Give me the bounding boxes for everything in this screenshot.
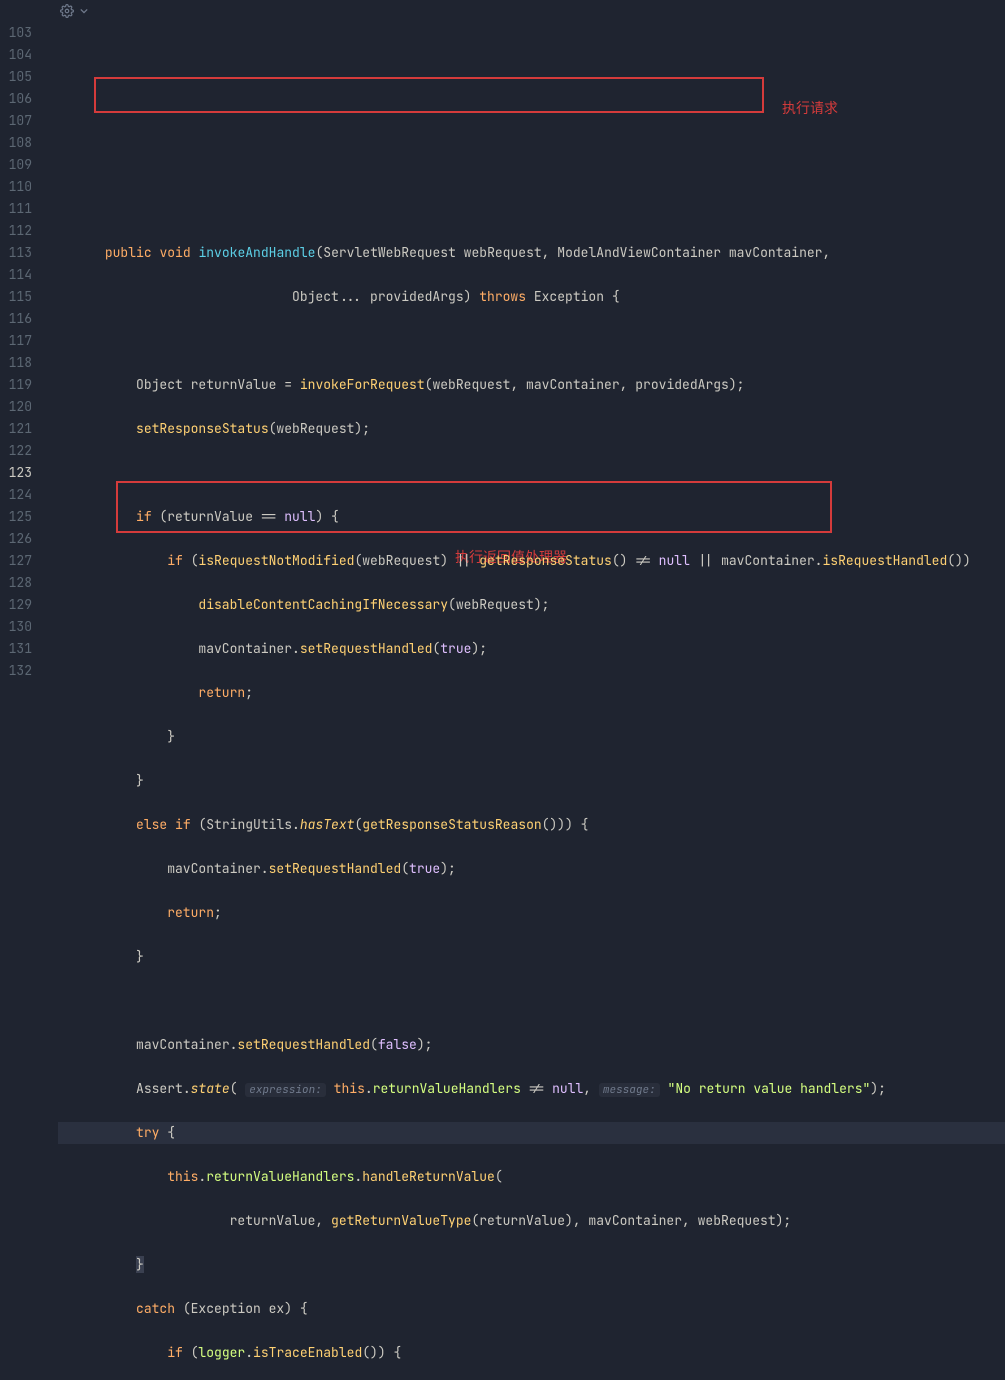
code-line xyxy=(58,462,1005,484)
line-number: 109 xyxy=(0,154,32,176)
line-number: 127 xyxy=(0,550,32,572)
code-line: Object... providedArgs) throws Exception… xyxy=(58,286,1005,308)
line-number: 129 xyxy=(0,594,32,616)
line-number: 122 xyxy=(0,440,32,462)
code-line: public void invokeAndHandle(ServletWebRe… xyxy=(58,242,1005,264)
line-number: 111 xyxy=(0,198,32,220)
settings-icon[interactable] xyxy=(60,2,88,19)
code-line: } xyxy=(58,946,1005,968)
line-number: 131 xyxy=(0,638,32,660)
code-line: } xyxy=(58,1254,1005,1276)
line-number: 124 xyxy=(0,484,32,506)
code-line: mavContainer.setRequestHandled(false); xyxy=(58,1034,1005,1056)
code-line: else if (StringUtils.hasText(getResponse… xyxy=(58,814,1005,836)
code-line xyxy=(58,330,1005,352)
line-number: 119 xyxy=(0,374,32,396)
line-number: 118 xyxy=(0,352,32,374)
line-number: 120 xyxy=(0,396,32,418)
line-number: 105 xyxy=(0,66,32,88)
code-line: catch (Exception ex) { xyxy=(58,1298,1005,1320)
line-number: 104 xyxy=(0,44,32,66)
line-number: 114 xyxy=(0,264,32,286)
line-number: 110 xyxy=(0,176,32,198)
annotation-1: 执行请求 xyxy=(782,97,838,119)
line-number: 125 xyxy=(0,506,32,528)
code-line: Object returnValue = invokeForRequest(we… xyxy=(58,374,1005,396)
code-line: if (logger.isTraceEnabled()) { xyxy=(58,1342,1005,1364)
code-line: disableContentCachingIfNecessary(webRequ… xyxy=(58,594,1005,616)
code-line: if (returnValue == null) { xyxy=(58,506,1005,528)
highlight-box-1 xyxy=(94,77,764,113)
line-gutter: 1031041051061071081091101111121131141151… xyxy=(0,22,40,712)
code-line xyxy=(58,990,1005,1012)
line-number: 108 xyxy=(0,132,32,154)
line-number: 113 xyxy=(0,242,32,264)
line-number: 117 xyxy=(0,330,32,352)
line-number: 121 xyxy=(0,418,32,440)
editor-toolbar xyxy=(0,0,1005,22)
line-number: 130 xyxy=(0,616,32,638)
code-line: mavContainer.setRequestHandled(true); xyxy=(58,858,1005,880)
line-number: 126 xyxy=(0,528,32,550)
code-line: return; xyxy=(58,902,1005,924)
code-line: returnValue, getReturnValueType(returnVa… xyxy=(58,1210,1005,1232)
code-line: } xyxy=(58,770,1005,792)
line-number: 112 xyxy=(0,220,32,242)
code-area[interactable]: 执行请求 执行返回值处理器 public void invokeAndHandl… xyxy=(40,22,1005,712)
line-number: 103 xyxy=(0,22,32,44)
line-number: 115 xyxy=(0,286,32,308)
code-line: setResponseStatus(webRequest); xyxy=(58,418,1005,440)
line-number: 116 xyxy=(0,308,32,330)
code-line: return; xyxy=(58,682,1005,704)
line-number: 123 xyxy=(0,462,32,484)
code-line: this.returnValueHandlers.handleReturnVal… xyxy=(58,1166,1005,1188)
code-line: if (isRequestNotModified(webRequest) || … xyxy=(58,550,1005,572)
code-line-current: try { xyxy=(58,1122,1005,1144)
line-number: 128 xyxy=(0,572,32,594)
line-number: 106 xyxy=(0,88,32,110)
code-line: } xyxy=(58,726,1005,748)
code-line: mavContainer.setRequestHandled(true); xyxy=(58,638,1005,660)
code-editor[interactable]: 1031041051061071081091101111121131141151… xyxy=(0,22,1005,712)
line-number: 107 xyxy=(0,110,32,132)
line-number: 132 xyxy=(0,660,32,682)
code-line: Assert.state( expression: this.returnVal… xyxy=(58,1078,1005,1100)
